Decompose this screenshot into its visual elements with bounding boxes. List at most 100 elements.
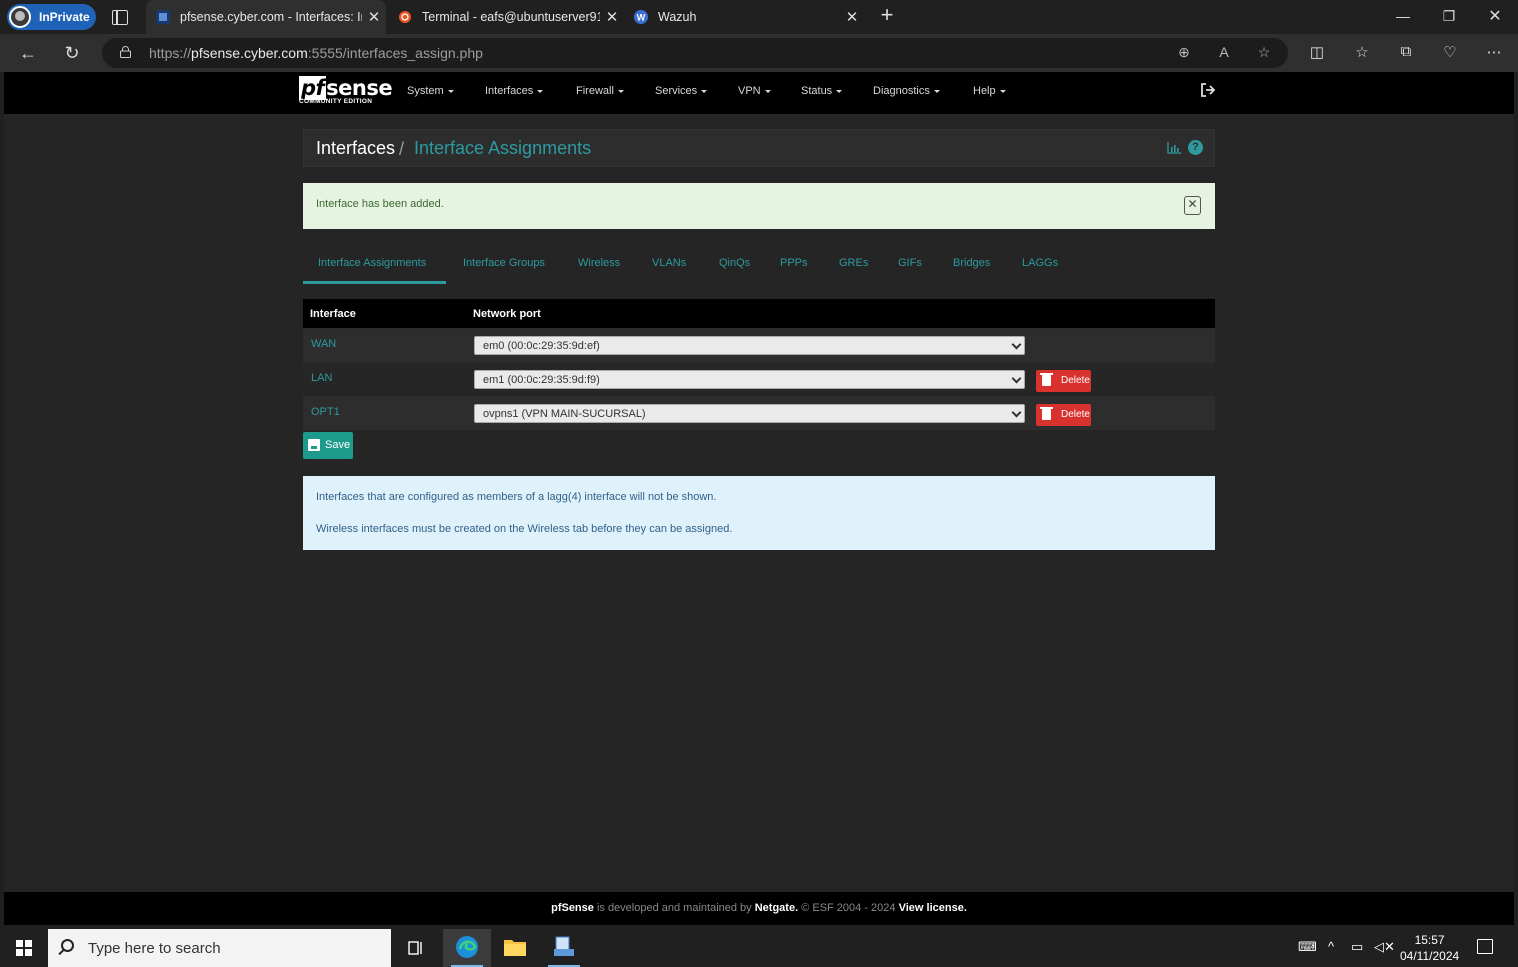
menu-services[interactable]: Services	[655, 85, 708, 97]
chevron-down-icon	[1011, 339, 1022, 350]
windows-start-icon[interactable]	[16, 940, 32, 956]
browser-tab-pfsense[interactable]: pfsense.cyber.com - Interfaces: Inte ✕	[146, 0, 386, 34]
edge-taskbar-icon[interactable]	[443, 929, 491, 967]
wazuh-favicon-icon: W	[634, 10, 648, 24]
minimize-icon[interactable]: —	[1380, 0, 1426, 34]
breadcrumb-root[interactable]: Interfaces	[316, 138, 395, 159]
save-button[interactable]: Save	[303, 432, 353, 459]
search-icon	[61, 939, 74, 952]
info-line-lagg: Interfaces that are configured as member…	[316, 491, 717, 503]
network-port-select[interactable]: ovpns1 (VPN MAIN-SUCURSAL)	[474, 404, 1025, 423]
svg-text:W: W	[637, 13, 646, 23]
address-bar[interactable]: https://pfsense.cyber.com:5555/interface…	[102, 38, 1288, 68]
save-disk-icon	[308, 439, 320, 451]
footer: pfSense is developed and maintained by N…	[4, 892, 1514, 925]
delete-button[interactable]: Delete	[1036, 404, 1091, 426]
page-title[interactable]: Interface Assignments	[414, 138, 591, 159]
interface-tabs: Interface Assignments Interface Groups W…	[303, 245, 1215, 285]
split-screen-icon[interactable]: ◫	[1305, 43, 1329, 63]
interface-link-wan[interactable]: WAN	[311, 338, 336, 350]
network-icon[interactable]: ▭	[1351, 939, 1363, 955]
caret-down-icon	[999, 89, 1006, 93]
taskbar-search[interactable]: Type here to search	[48, 929, 391, 967]
tab-ppps[interactable]: PPPs	[780, 257, 808, 269]
help-icon[interactable]: ?	[1188, 140, 1203, 155]
tab-wireless[interactable]: Wireless	[578, 257, 620, 269]
table-row: WAN em0 (00:0c:29:35:9d:ef)	[303, 328, 1215, 362]
taskbar-clock[interactable]: 15:57 04/11/2024	[1400, 932, 1459, 964]
menu-interfaces[interactable]: Interfaces	[485, 85, 544, 97]
back-icon[interactable]: ←	[16, 42, 40, 64]
favorite-star-icon[interactable]: ☆	[1255, 44, 1273, 62]
network-app-icon[interactable]	[540, 929, 588, 967]
caret-down-icon	[537, 89, 544, 93]
volume-muted-icon[interactable]: ◁✕	[1374, 939, 1395, 955]
pfsense-navbar: pfsense COMMUNITY EDITION System Interfa…	[4, 72, 1514, 114]
browser-tab-terminal[interactable]: Terminal - eafs@ubuntuserver919 ✕	[388, 0, 624, 34]
tab-vlans[interactable]: VLANs	[652, 257, 686, 269]
menu-system[interactable]: System	[407, 85, 454, 97]
lock-icon	[120, 46, 131, 58]
tab-gifs[interactable]: GIFs	[898, 257, 922, 269]
caret-down-icon	[933, 89, 940, 93]
tab-title: pfsense.cyber.com - Interfaces: Inte	[180, 10, 362, 24]
close-tab-icon[interactable]: ✕	[362, 8, 386, 26]
interface-link-lan[interactable]: LAN	[311, 372, 332, 384]
more-menu-icon[interactable]: ⋯	[1482, 43, 1506, 63]
network-port-select[interactable]: em1 (00:0c:29:35:9d:f9)	[474, 370, 1025, 389]
close-window-icon[interactable]: ✕	[1472, 0, 1518, 34]
browser-tab-strip: InPrivate pfsense.cyber.com - Interfaces…	[0, 0, 1518, 34]
active-tab-indicator	[303, 281, 446, 284]
table-row: LAN em1 (00:0c:29:35:9d:f9) Delete	[303, 362, 1215, 396]
tab-laggs[interactable]: LAGGs	[1022, 257, 1058, 269]
favorites-icon[interactable]: ☆	[1350, 43, 1374, 63]
close-alert-icon[interactable]: ✕	[1184, 196, 1201, 215]
delete-button[interactable]: Delete	[1036, 370, 1091, 392]
menu-status[interactable]: Status	[801, 85, 843, 97]
zoom-icon[interactable]: ⊕	[1175, 44, 1193, 62]
clock-date: 04/11/2024	[1400, 949, 1460, 963]
footer-license-link[interactable]: View license.	[899, 902, 967, 914]
ubuntu-favicon-icon	[399, 11, 411, 23]
collections-icon[interactable]: ⧉	[1394, 43, 1418, 63]
search-placeholder: Type here to search	[88, 940, 221, 957]
tab-interface-assignments[interactable]: Interface Assignments	[318, 257, 426, 269]
browser-toolbar: ← ↻ https://pfsense.cyber.com:5555/inter…	[0, 34, 1518, 72]
close-tab-icon[interactable]: ✕	[600, 8, 624, 26]
task-view-icon[interactable]	[392, 929, 440, 967]
menu-diagnostics[interactable]: Diagnostics	[873, 85, 940, 97]
tab-title: Wazuh	[658, 10, 697, 24]
chevron-up-icon[interactable]: ^	[1328, 939, 1334, 954]
notifications-icon[interactable]	[1477, 939, 1493, 954]
menu-firewall[interactable]: Firewall	[576, 85, 624, 97]
tab-interface-groups[interactable]: Interface Groups	[463, 257, 545, 269]
close-tab-icon[interactable]: ✕	[840, 8, 864, 26]
footer-netgate-link[interactable]: Netgate.	[755, 902, 798, 914]
chevron-down-icon	[1011, 373, 1022, 384]
tab-qinqs[interactable]: QinQs	[719, 257, 750, 269]
file-explorer-icon[interactable]	[491, 929, 539, 967]
read-aloud-icon[interactable]: A	[1215, 44, 1233, 62]
restore-icon[interactable]: ❐	[1426, 0, 1472, 34]
breadcrumb: Interfaces / Interface Assignments ?	[303, 129, 1215, 167]
inprivate-badge[interactable]: InPrivate	[7, 4, 96, 30]
pfsense-logo[interactable]: pfsense COMMUNITY EDITION	[299, 76, 393, 105]
refresh-icon[interactable]: ↻	[60, 42, 84, 64]
logout-icon[interactable]	[1200, 83, 1216, 97]
url-text: https://pfsense.cyber.com:5555/interface…	[149, 45, 483, 61]
new-tab-icon[interactable]: +	[876, 4, 898, 27]
menu-help[interactable]: Help	[973, 85, 1006, 97]
chart-icon[interactable]	[1167, 142, 1181, 154]
menu-vpn[interactable]: VPN	[738, 85, 771, 97]
network-port-select[interactable]: em0 (00:0c:29:35:9d:ef)	[474, 336, 1025, 355]
clock-time: 15:57	[1414, 933, 1445, 947]
tab-actions-icon[interactable]	[110, 7, 130, 27]
interface-link-opt1[interactable]: OPT1	[311, 406, 340, 418]
browser-tab-wazuh[interactable]: W Wazuh ✕	[624, 0, 864, 34]
pfsense-favicon-icon	[156, 10, 170, 24]
keyboard-icon[interactable]: ⌨	[1298, 939, 1317, 955]
column-header-network-port: Network port	[473, 308, 541, 320]
tab-bridges[interactable]: Bridges	[953, 257, 990, 269]
browser-essentials-icon[interactable]: ♡	[1438, 43, 1462, 63]
tab-gres[interactable]: GREs	[839, 257, 868, 269]
